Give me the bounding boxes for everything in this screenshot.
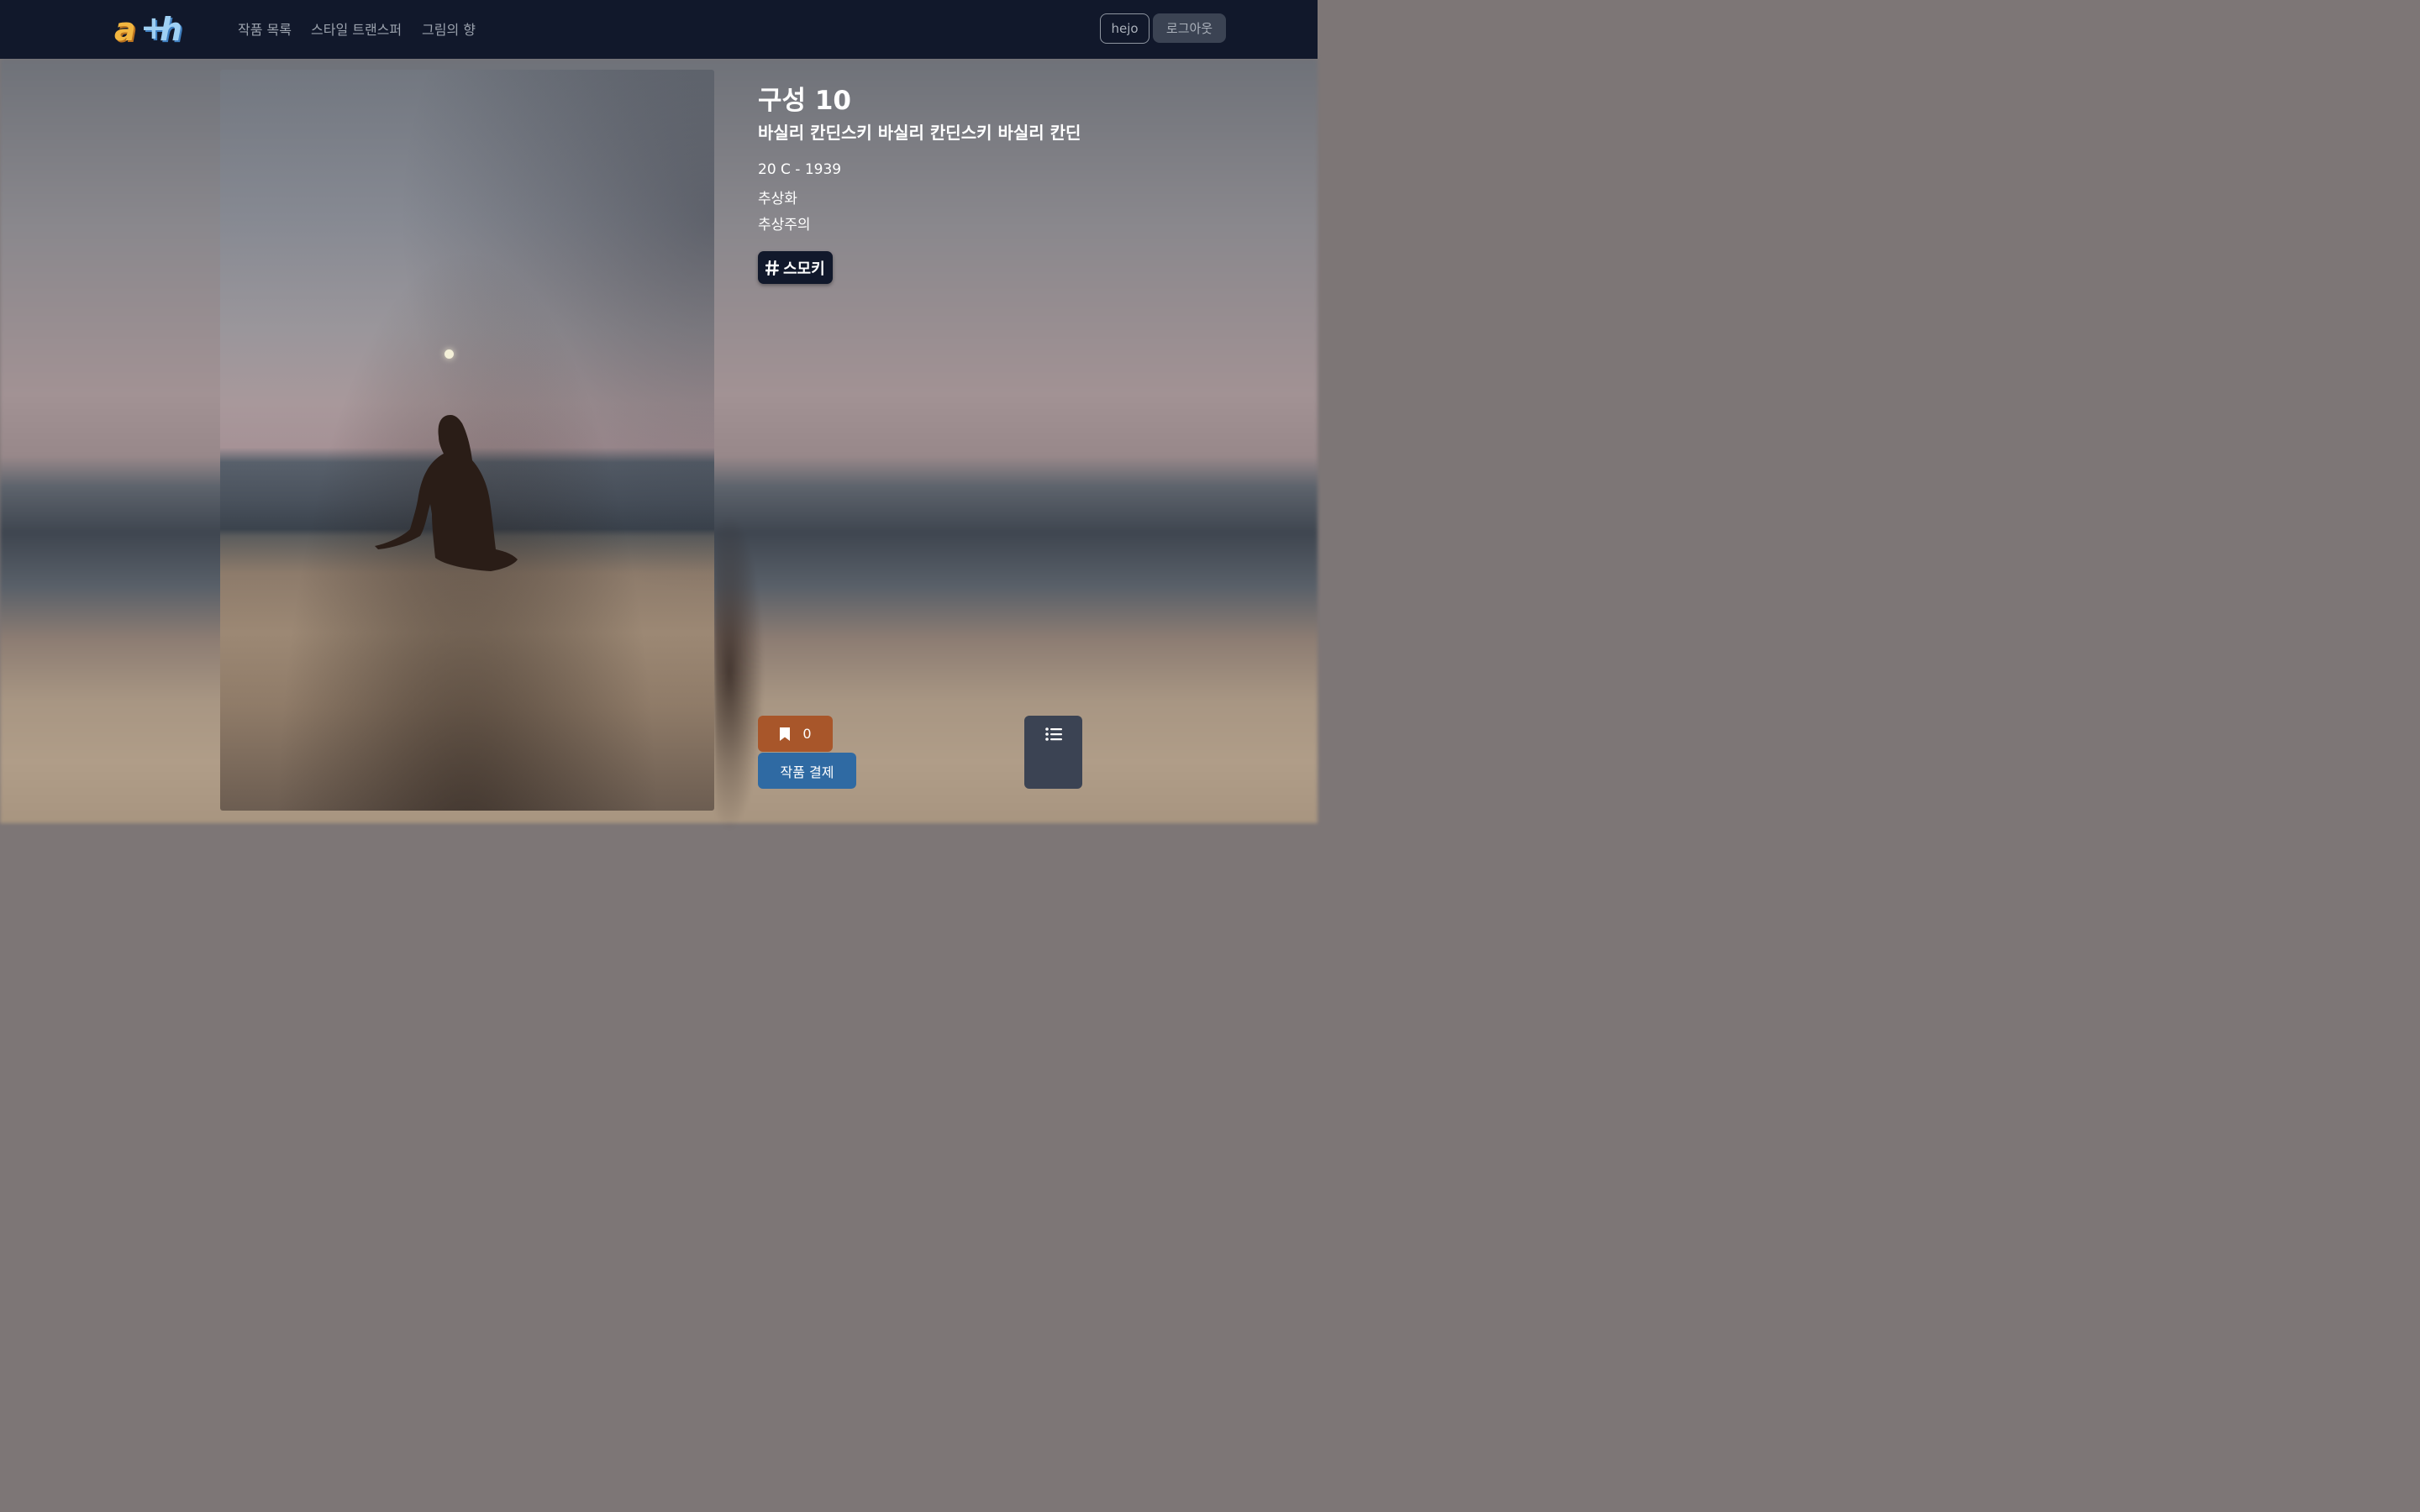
navbar: a a + + h h 작품 목록 스타일 트랜스퍼 그림의 향 hejo 로그… [0, 0, 1318, 59]
scent-tag[interactable]: 스모키 [758, 251, 833, 284]
nav-scent-of-painting[interactable]: 그림의 향 [422, 18, 476, 39]
artwork-movement: 추상주의 [758, 217, 811, 234]
hash-icon [765, 260, 779, 276]
svg-text:h: h [160, 11, 182, 48]
artwork-image [220, 70, 714, 811]
list-button[interactable] [1024, 716, 1082, 789]
tag-label: 스모키 [783, 260, 825, 278]
svg-text:a: a [114, 11, 136, 48]
logout-button[interactable]: 로그아웃 [1153, 13, 1226, 43]
artist-name: 바실리 칸딘스키 바실리 칸딘스키 바실리 칸딘 [758, 123, 1081, 143]
list-icon [1044, 727, 1062, 741]
brand-logo[interactable]: a a + + h h [114, 8, 192, 50]
nav-artworks[interactable]: 작품 목록 [238, 18, 292, 39]
artwork-period: 20 C - 1939 [758, 161, 842, 178]
seated-figure [375, 415, 518, 571]
moon [445, 349, 454, 359]
bookmark-count: 0 [802, 726, 812, 742]
artwork-title: 구성 10 [758, 86, 851, 116]
artwork-genre: 추상화 [758, 191, 797, 207]
bookmark-icon [780, 727, 791, 741]
bookmark-button[interactable]: 0 [758, 716, 833, 752]
user-button[interactable]: hejo [1100, 13, 1150, 44]
purchase-button[interactable]: 작품 결제 [758, 753, 856, 789]
nav-style-transfer[interactable]: 스타일 트랜스퍼 [311, 18, 402, 39]
